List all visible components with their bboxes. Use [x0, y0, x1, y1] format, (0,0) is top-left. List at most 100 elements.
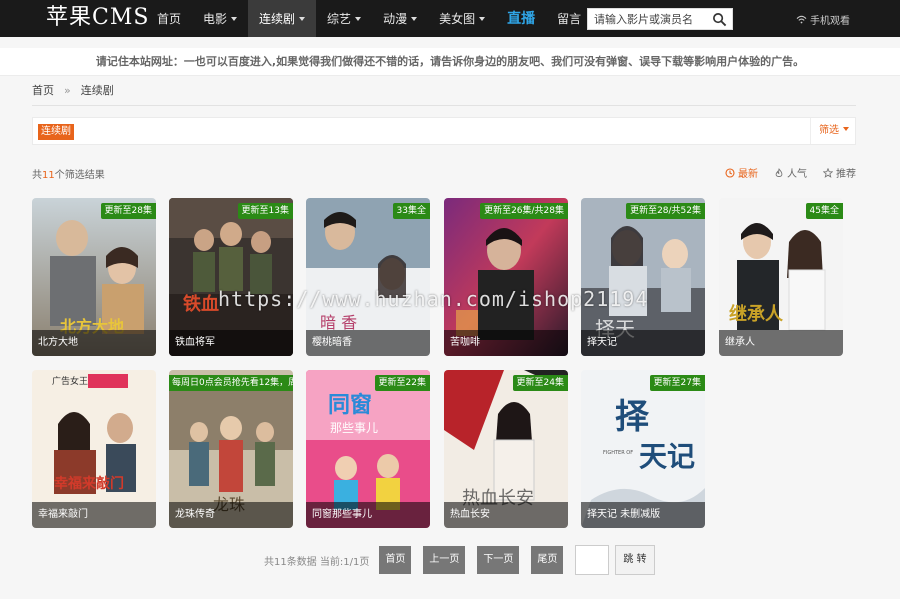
site-logo[interactable]: 苹果CMS: [46, 4, 149, 32]
result-count-suffix: 个筛选结果: [54, 170, 105, 181]
video-title[interactable]: 铁血将军: [169, 330, 293, 356]
update-badge: 45集全: [805, 203, 843, 219]
video-title[interactable]: 同窗那些事儿: [306, 502, 430, 528]
svg-text:广告女王: 广告女王: [52, 375, 88, 387]
prev-page-button[interactable]: 上一页: [423, 546, 466, 574]
breadcrumb-home[interactable]: 首页: [32, 84, 54, 97]
video-card[interactable]: 龙珠 每周日0点会员抢先看12集，周 龙珠传奇: [169, 370, 293, 528]
video-card[interactable]: 铁血 更新至13集 铁血将军: [169, 198, 293, 356]
video-card[interactable]: 热血长安 更新至24集 热血长安: [444, 370, 568, 528]
nav-item-label: 电影: [203, 12, 228, 26]
svg-text:天记: 天记: [639, 440, 695, 473]
search-input[interactable]: [588, 9, 706, 29]
result-count-prefix: 共: [32, 170, 42, 181]
update-badge: 更新至13集: [237, 203, 293, 219]
result-count-number: 11: [42, 170, 55, 181]
caret-down-icon: [231, 17, 238, 21]
last-page-button[interactable]: 尾页: [531, 546, 564, 574]
page-number-input[interactable]: [575, 545, 610, 575]
main-nav: 首页 电影 连续剧 综艺 动漫 美女图 直播 留言: [146, 0, 592, 37]
nav-item-variety[interactable]: 综艺: [316, 0, 372, 37]
video-card[interactable]: 择天 更新至28/共52集 择天记: [581, 198, 705, 356]
next-page-button[interactable]: 下一页: [477, 546, 520, 574]
sort-label: 最新: [738, 169, 758, 180]
nav-item-live[interactable]: 直播: [496, 0, 546, 37]
video-card[interactable]: 广告女王 幸福来敲门 幸福来敲门: [32, 370, 156, 528]
video-card[interactable]: 暗 香 33集全 樱桃暗香: [306, 198, 430, 356]
caret-down-icon: [411, 17, 418, 21]
wifi-icon: [796, 15, 807, 24]
nav-item-anime[interactable]: 动漫: [372, 0, 428, 37]
pagination: 共11条数据 当前:1/1页 首页 上一页 下一页 尾页 跳 转: [264, 545, 655, 575]
svg-text:那些事儿: 那些事儿: [330, 421, 378, 435]
video-title[interactable]: 择天记: [581, 330, 705, 356]
caret-down-icon: [299, 17, 306, 21]
svg-text:择: 择: [615, 397, 650, 437]
video-card[interactable]: 继承人 45集全 继承人: [719, 198, 843, 356]
sort-popular[interactable]: 人气: [774, 165, 807, 180]
video-card[interactable]: 更新至26集/共28集 苦咖啡: [444, 198, 568, 356]
pagination-info: 共11条数据 当前:1/1页: [264, 556, 370, 568]
update-badge: 更新至22集: [374, 375, 430, 391]
nav-item-label: 美女图: [439, 12, 476, 26]
nav-item-label: 首页: [157, 12, 182, 26]
video-title[interactable]: 择天记 未删减版: [581, 502, 705, 528]
update-badge: 更新至28集: [100, 203, 156, 219]
update-badge: 更新至24集: [512, 375, 568, 391]
go-button[interactable]: 跳 转: [615, 545, 655, 575]
video-title[interactable]: 北方大地: [32, 330, 156, 356]
breadcrumb-separator: »: [64, 84, 71, 97]
result-count: 共11个筛选结果: [32, 166, 105, 181]
sort-latest[interactable]: 最新: [725, 165, 758, 180]
sort-options: 最新 人气 推荐: [725, 165, 856, 180]
video-title[interactable]: 龙珠传奇: [169, 502, 293, 528]
nav-item-guestbook[interactable]: 留言: [546, 0, 592, 37]
nav-item-label: 综艺: [327, 12, 352, 26]
watermark-text: https://www.huzhan.com/ishop21194: [218, 287, 649, 311]
clock-icon: [725, 167, 735, 178]
first-page-button[interactable]: 首页: [379, 546, 412, 574]
nav-item-label: 留言: [557, 12, 582, 26]
update-badge: 更新至28/共52集: [626, 203, 705, 219]
search-box: [587, 8, 733, 30]
caret-down-icon: [479, 17, 486, 21]
site-notice: 请记住本站网址：一也可以百度进入,如果觉得我们做得还不错的话，请告诉你身边的朋友…: [0, 48, 900, 76]
video-title[interactable]: 继承人: [719, 330, 843, 356]
video-card[interactable]: 择 天记 FIGHTER OF 更新至27集 择天记 未删减版: [581, 370, 705, 528]
mobile-watch-label: 手机观看: [810, 16, 850, 27]
svg-text:幸福来敲门: 幸福来敲门: [54, 475, 124, 492]
video-card[interactable]: 北方大地 更新至28集 北方大地: [32, 198, 156, 356]
top-navbar: 苹果CMS 首页 电影 连续剧 综艺 动漫 美女图 直播 留言 手机观看: [0, 0, 900, 37]
filter-button[interactable]: 筛选: [810, 118, 849, 144]
breadcrumb: 首页 » 连续剧: [32, 82, 856, 106]
svg-text:继承人: 继承人: [729, 303, 784, 325]
sort-recommended[interactable]: 推荐: [823, 165, 856, 180]
sort-label: 推荐: [836, 169, 856, 180]
nav-item-label: 动漫: [383, 12, 408, 26]
fire-icon: [775, 167, 783, 177]
search-icon[interactable]: [712, 12, 727, 27]
video-title[interactable]: 樱桃暗香: [306, 330, 430, 356]
update-badge: 更新至26集/共28集: [480, 203, 568, 219]
nav-item-gallery[interactable]: 美女图: [428, 0, 496, 37]
video-card[interactable]: 同窗 那些事儿 更新至22集 同窗那些事儿: [306, 370, 430, 528]
nav-item-home[interactable]: 首页: [146, 0, 192, 37]
mobile-watch-link[interactable]: 手机观看: [796, 12, 850, 27]
nav-item-movies[interactable]: 电影: [192, 0, 248, 37]
nav-item-label: 直播: [507, 11, 536, 27]
nav-item-label: 连续剧: [259, 12, 296, 26]
video-title[interactable]: 幸福来敲门: [32, 502, 156, 528]
video-title[interactable]: 苦咖啡: [444, 330, 568, 356]
svg-text:铁血: 铁血: [183, 293, 219, 315]
filter-button-label: 筛选: [819, 125, 839, 136]
sort-label: 人气: [787, 169, 807, 180]
update-badge: 更新至27集: [649, 375, 705, 391]
nav-item-series[interactable]: 连续剧: [248, 0, 317, 37]
video-title[interactable]: 热血长安: [444, 502, 568, 528]
caret-down-icon: [355, 17, 362, 21]
filter-bar: 连续剧 筛选: [32, 117, 856, 145]
filter-tag[interactable]: 连续剧: [38, 124, 74, 140]
breadcrumb-current[interactable]: 连续剧: [81, 84, 114, 97]
update-badge: 33集全: [392, 203, 430, 219]
svg-text:同窗: 同窗: [328, 392, 372, 418]
